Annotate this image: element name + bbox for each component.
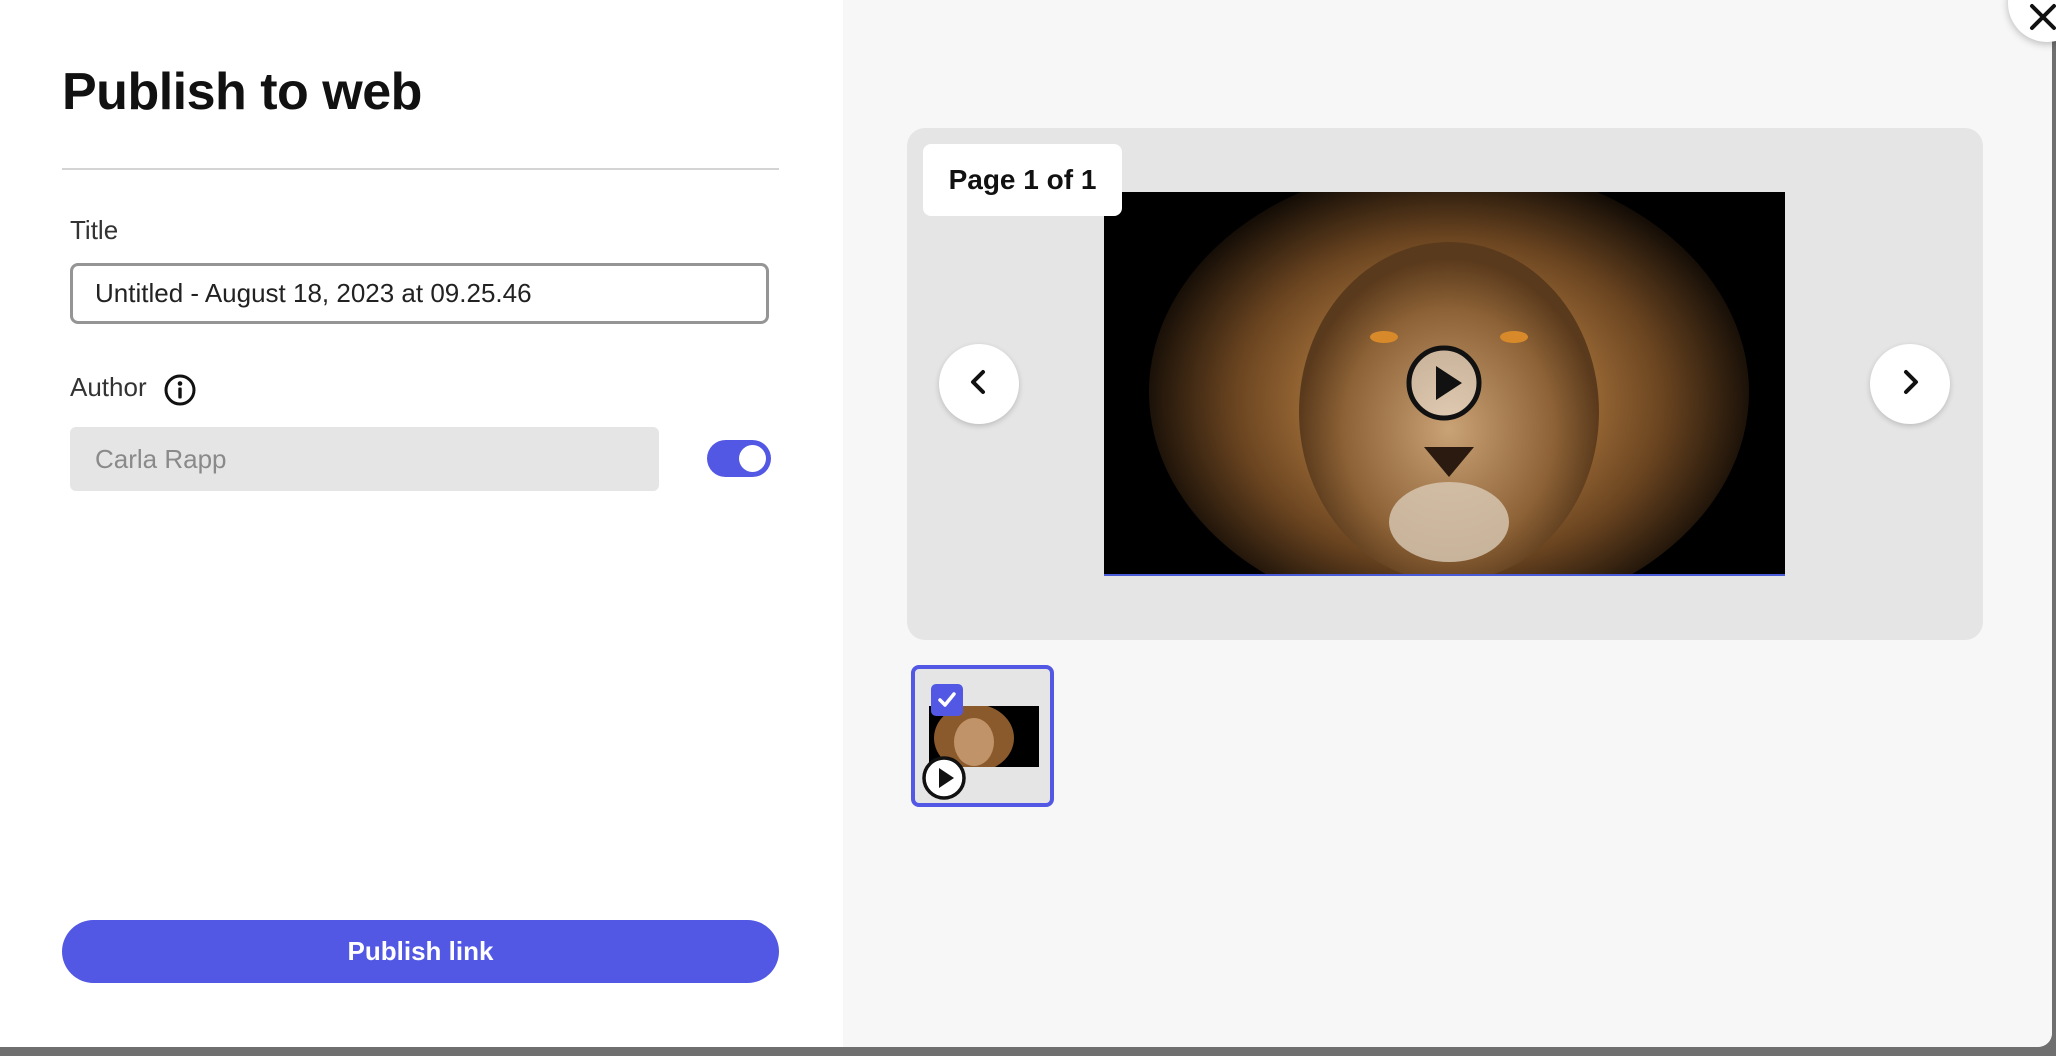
toggle-knob xyxy=(739,445,766,472)
chevron-left-icon xyxy=(967,368,991,401)
page-thumbnail[interactable] xyxy=(911,665,1054,807)
next-page-button[interactable] xyxy=(1870,344,1950,424)
previous-page-button[interactable] xyxy=(939,344,1019,424)
chevron-right-icon xyxy=(1898,368,1922,401)
author-label: Author xyxy=(70,372,147,402)
author-toggle[interactable] xyxy=(707,440,771,477)
page-indicator: Page 1 of 1 xyxy=(923,144,1122,216)
settings-panel: Publish to web Title Author Publish link xyxy=(0,0,843,1047)
title-label: Title xyxy=(70,215,119,245)
play-icon[interactable] xyxy=(1405,344,1483,422)
publish-dialog: Publish to web Title Author Publish link… xyxy=(0,0,2052,1047)
info-icon[interactable] xyxy=(163,373,197,407)
close-icon xyxy=(2028,2,2056,37)
checkmark-icon[interactable] xyxy=(931,684,963,716)
author-field[interactable] xyxy=(70,427,659,491)
title-input[interactable] xyxy=(70,263,769,324)
dialog-title: Publish to web xyxy=(62,63,422,121)
publish-link-button[interactable]: Publish link xyxy=(62,920,779,983)
thumbnail-play-icon xyxy=(921,755,967,801)
title-divider xyxy=(62,168,779,170)
